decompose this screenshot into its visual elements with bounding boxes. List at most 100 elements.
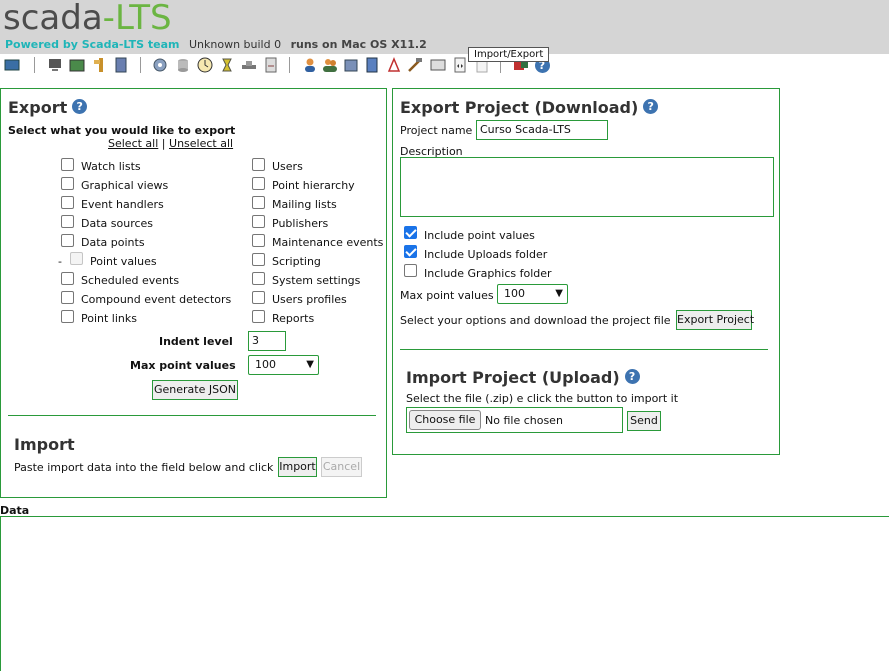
import-button[interactable]: Import <box>278 457 317 477</box>
mailing-icon[interactable] <box>263 57 279 73</box>
project-panel: Export Project (Download)? Project name … <box>392 88 780 455</box>
export-panel: Export? Select what you would like to ex… <box>0 88 387 498</box>
label-compound-event-detectors: Compound event detectors <box>81 293 232 306</box>
checkbox-point-values <box>70 252 83 265</box>
data-textarea[interactable] <box>0 516 889 671</box>
checkbox-data-sources[interactable] <box>61 215 74 228</box>
choose-file-button[interactable]: Choose file <box>409 410 481 430</box>
compound-icon[interactable] <box>219 57 235 73</box>
label-include-point-values: Include point values <box>424 229 535 242</box>
max-point-values-label: Max point values <box>130 359 236 372</box>
select-links: Select all | Unselect all <box>108 137 234 150</box>
data-sources-icon[interactable] <box>152 57 168 73</box>
checkbox-users[interactable] <box>252 158 265 171</box>
generate-json-button[interactable]: Generate JSON <box>152 380 238 400</box>
import-project-title: Import Project (Upload)? <box>406 368 640 387</box>
app-header: scada-LTS Powered by Scada-LTS team Unkn… <box>0 0 889 54</box>
event-handlers-icon[interactable] <box>92 57 108 73</box>
checkbox-point-hierarchy[interactable] <box>252 177 265 190</box>
project-name-input[interactable]: Curso Scada-LTS <box>476 120 608 140</box>
label-include-uploads: Include Uploads folder <box>424 248 548 261</box>
description-textarea[interactable] <box>400 157 774 217</box>
divider <box>8 415 376 416</box>
checkbox-compound-event-detectors[interactable] <box>61 291 74 304</box>
mailing-lists-icon[interactable] <box>343 57 359 73</box>
export-title: Export? <box>8 98 88 117</box>
checkbox-include-uploads[interactable] <box>404 245 417 258</box>
checkbox-mailing-lists[interactable] <box>252 196 265 209</box>
project-max-point-values-label: Max point values <box>400 289 494 302</box>
export-project-title: Export Project (Download)? <box>400 98 659 117</box>
checkbox-graphical-views[interactable] <box>61 177 74 190</box>
os-info: runs on Mac OS X11.2 <box>290 38 427 51</box>
checkbox-maintenance-events[interactable] <box>252 234 265 247</box>
checkbox-reports[interactable] <box>252 310 265 323</box>
export-help-icon[interactable]: ? <box>72 99 88 114</box>
point-values-dash: - <box>58 255 62 268</box>
label-maintenance-events: Maintenance events <box>272 236 384 249</box>
unselect-all-link[interactable]: Unselect all <box>169 137 233 150</box>
send-button[interactable]: Send <box>627 411 661 431</box>
label-reports: Reports <box>272 312 315 325</box>
label-scripting: Scripting <box>272 255 321 268</box>
toolbar-separator <box>289 57 290 73</box>
publishers-icon[interactable] <box>241 57 257 73</box>
label-event-handlers: Event handlers <box>81 198 164 211</box>
watchlist-icon[interactable] <box>47 57 63 73</box>
import-export-icon[interactable] <box>452 57 468 73</box>
max-point-values-select[interactable]: 100 ▼ <box>248 355 319 375</box>
label-publishers: Publishers <box>272 217 329 230</box>
header-info: Powered by Scada-LTS team Unknown build … <box>5 38 427 51</box>
system-settings-icon[interactable] <box>407 57 423 73</box>
checkbox-point-links[interactable] <box>61 310 74 323</box>
file-input[interactable]: Choose file No file chosen <box>406 407 623 433</box>
label-data-sources: Data sources <box>81 217 154 230</box>
event-detectors-icon[interactable] <box>430 57 446 73</box>
sql-icon[interactable] <box>386 57 402 73</box>
user-profiles-icon[interactable] <box>322 57 338 73</box>
label-point-values: Point values <box>90 255 157 268</box>
download-instructions: Select your options and download the pro… <box>400 314 671 327</box>
label-mailing-lists: Mailing lists <box>272 198 337 211</box>
checkbox-publishers[interactable] <box>252 215 265 228</box>
maintenance-icon[interactable] <box>364 57 380 73</box>
indent-level-input[interactable]: 3 <box>248 331 286 351</box>
checkbox-watch-lists[interactable] <box>61 158 74 171</box>
scheduled-icon[interactable] <box>197 57 213 73</box>
project-name-label: Project name <box>400 124 473 137</box>
select-all-link[interactable]: Select all <box>108 137 158 150</box>
checkbox-include-point-values[interactable] <box>404 226 417 239</box>
import-title: Import <box>14 435 75 454</box>
label-point-hierarchy: Point hierarchy <box>272 179 355 192</box>
project-max-point-values-select[interactable]: 100 ▼ <box>497 284 568 304</box>
checkbox-include-graphics[interactable] <box>404 264 417 277</box>
monitor-icon[interactable] <box>4 57 20 73</box>
point-hierarchy-icon[interactable] <box>175 57 191 73</box>
main-toolbar: ? <box>0 54 889 78</box>
checkbox-system-settings[interactable] <box>252 272 265 285</box>
export-prompt: Select what you would like to export <box>8 124 236 137</box>
label-scheduled-events: Scheduled events <box>81 274 180 287</box>
import-project-instructions: Select the file (.zip) e click the butto… <box>406 392 679 405</box>
checkbox-scheduled-events[interactable] <box>61 272 74 285</box>
checkbox-data-points[interactable] <box>61 234 74 247</box>
import-project-help-icon[interactable]: ? <box>624 369 640 384</box>
reports-icon[interactable] <box>113 57 129 73</box>
users-icon[interactable] <box>302 57 318 73</box>
export-project-help-icon[interactable]: ? <box>643 99 659 114</box>
chevron-down-icon: ▼ <box>555 288 563 299</box>
label-point-links: Point links <box>81 312 137 325</box>
label-users-profiles: Users profiles <box>272 293 347 306</box>
checkbox-event-handlers[interactable] <box>61 196 74 209</box>
build-info: Unknown build 0 <box>188 38 282 51</box>
divider <box>400 349 768 350</box>
label-system-settings: System settings <box>272 274 361 287</box>
toolbar-separator <box>140 57 141 73</box>
label-users: Users <box>272 160 303 173</box>
checkbox-scripting[interactable] <box>252 253 265 266</box>
export-project-button[interactable]: Export Project <box>676 310 754 330</box>
checkbox-users-profiles[interactable] <box>252 291 265 304</box>
label-data-points: Data points <box>81 236 145 249</box>
graphical-views-icon[interactable] <box>69 57 85 73</box>
no-file-label: No file chosen <box>485 414 563 427</box>
